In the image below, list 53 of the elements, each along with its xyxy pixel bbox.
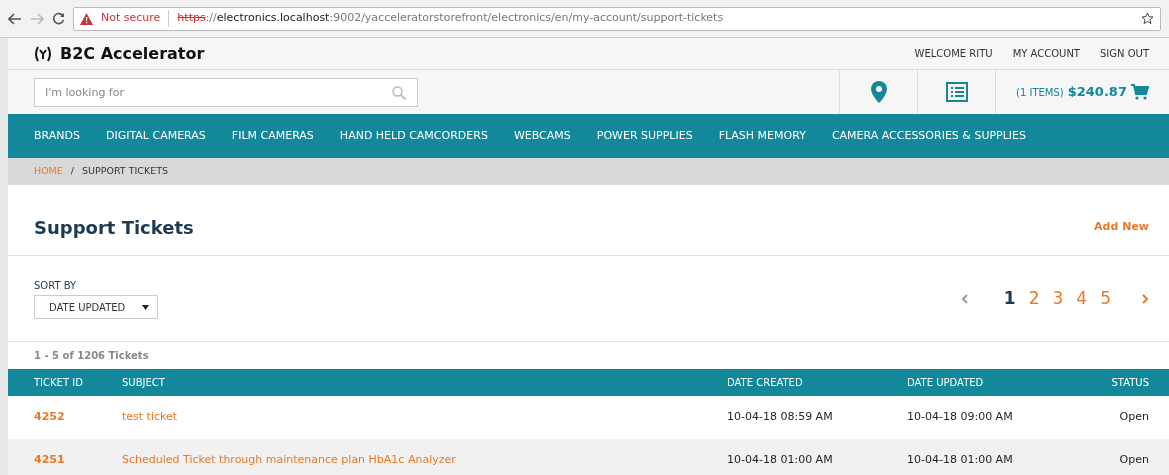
list-icon[interactable] [945, 82, 968, 102]
table-cell: Open [1079, 438, 1169, 475]
header-link[interactable]: MY ACCOUNT [1012, 46, 1080, 61]
nav-link[interactable]: BRANDS [34, 127, 80, 145]
table-cell: 10-04-18 08:59 AM [719, 396, 899, 439]
nav-link[interactable]: FILM CAMERAS [231, 127, 314, 145]
breadcrumb-separator: / [70, 164, 75, 179]
nav-link[interactable]: FLASH MEMORY [718, 127, 806, 145]
brand-name[interactable]: B2C Accelerator [60, 41, 205, 66]
star-icon[interactable] [1141, 12, 1154, 25]
nav-link[interactable]: HAND HELD CAMCORDERS [339, 127, 488, 145]
page-link[interactable]: 3 [1052, 285, 1064, 312]
ticket-id-link[interactable]: 4251 [34, 452, 65, 466]
column-header: STATUS [1079, 369, 1169, 396]
cart-count: (1 ITEMS) [1016, 85, 1064, 100]
column-header: DATE CREATED [719, 369, 899, 396]
welcome-text: WELCOME RITU [914, 47, 993, 61]
table-cell: 10-04-18 01:00 AM [899, 438, 1079, 475]
ticket-subject-link[interactable]: test ticket [122, 410, 178, 423]
table-cell: 10-04-18 01:00 AM [719, 438, 899, 475]
breadcrumb-current: SUPPORT TICKETS [82, 164, 168, 179]
sort-label: SORT BY [34, 279, 78, 293]
breadcrumb-link[interactable]: HOME [34, 164, 63, 179]
ticket-count: 1 - 5 of 1206 Tickets [33, 349, 150, 363]
add-new-link[interactable]: Add New [1094, 218, 1149, 236]
logo-icon[interactable] [34, 45, 52, 62]
search-field[interactable]: I'm looking for [34, 77, 418, 107]
column-header: SUBJECT [114, 369, 719, 396]
nav-link[interactable]: WEBCAMS [513, 127, 571, 145]
url-text[interactable]: https://electronics.localhost:9002/yacceleratorstorefront/electronics/en/my-account/support-tickets [177, 10, 724, 27]
table-cell: Open [1079, 396, 1169, 439]
nav-link[interactable]: CAMERA ACCESSORIES & SUPPLIES [831, 127, 1026, 145]
ticket-id-link[interactable]: 4252 [34, 410, 65, 423]
location-pin-icon[interactable] [869, 81, 888, 103]
table-cell: 10-04-18 09:00 AM [899, 396, 1079, 439]
sort-dropdown[interactable]: DATE UPDATED [34, 295, 158, 319]
column-header: TICKET ID [8, 369, 114, 396]
nav-link[interactable]: DIGITAL CAMERAS [105, 127, 206, 145]
reload-icon[interactable] [52, 12, 65, 25]
page-link[interactable]: 2 [1028, 285, 1040, 312]
column-header: DATE UPDATED [899, 369, 1079, 396]
cart-total: $240.87 [1067, 83, 1127, 102]
page-link[interactable]: 4 [1076, 285, 1088, 312]
page-title: Support Tickets [34, 215, 194, 240]
header-link[interactable]: SIGN OUT [1100, 46, 1149, 61]
cart-icon[interactable] [1130, 84, 1149, 100]
back-arrow-icon[interactable] [8, 12, 22, 25]
warning-icon [80, 12, 93, 25]
nav-link[interactable]: POWER SUPPLIES [596, 127, 693, 145]
security-warning: Not secure [101, 10, 170, 27]
page-link[interactable]: 1 [1003, 285, 1016, 312]
page-link[interactable]: 5 [1100, 285, 1111, 312]
caret-icon [142, 304, 149, 310]
